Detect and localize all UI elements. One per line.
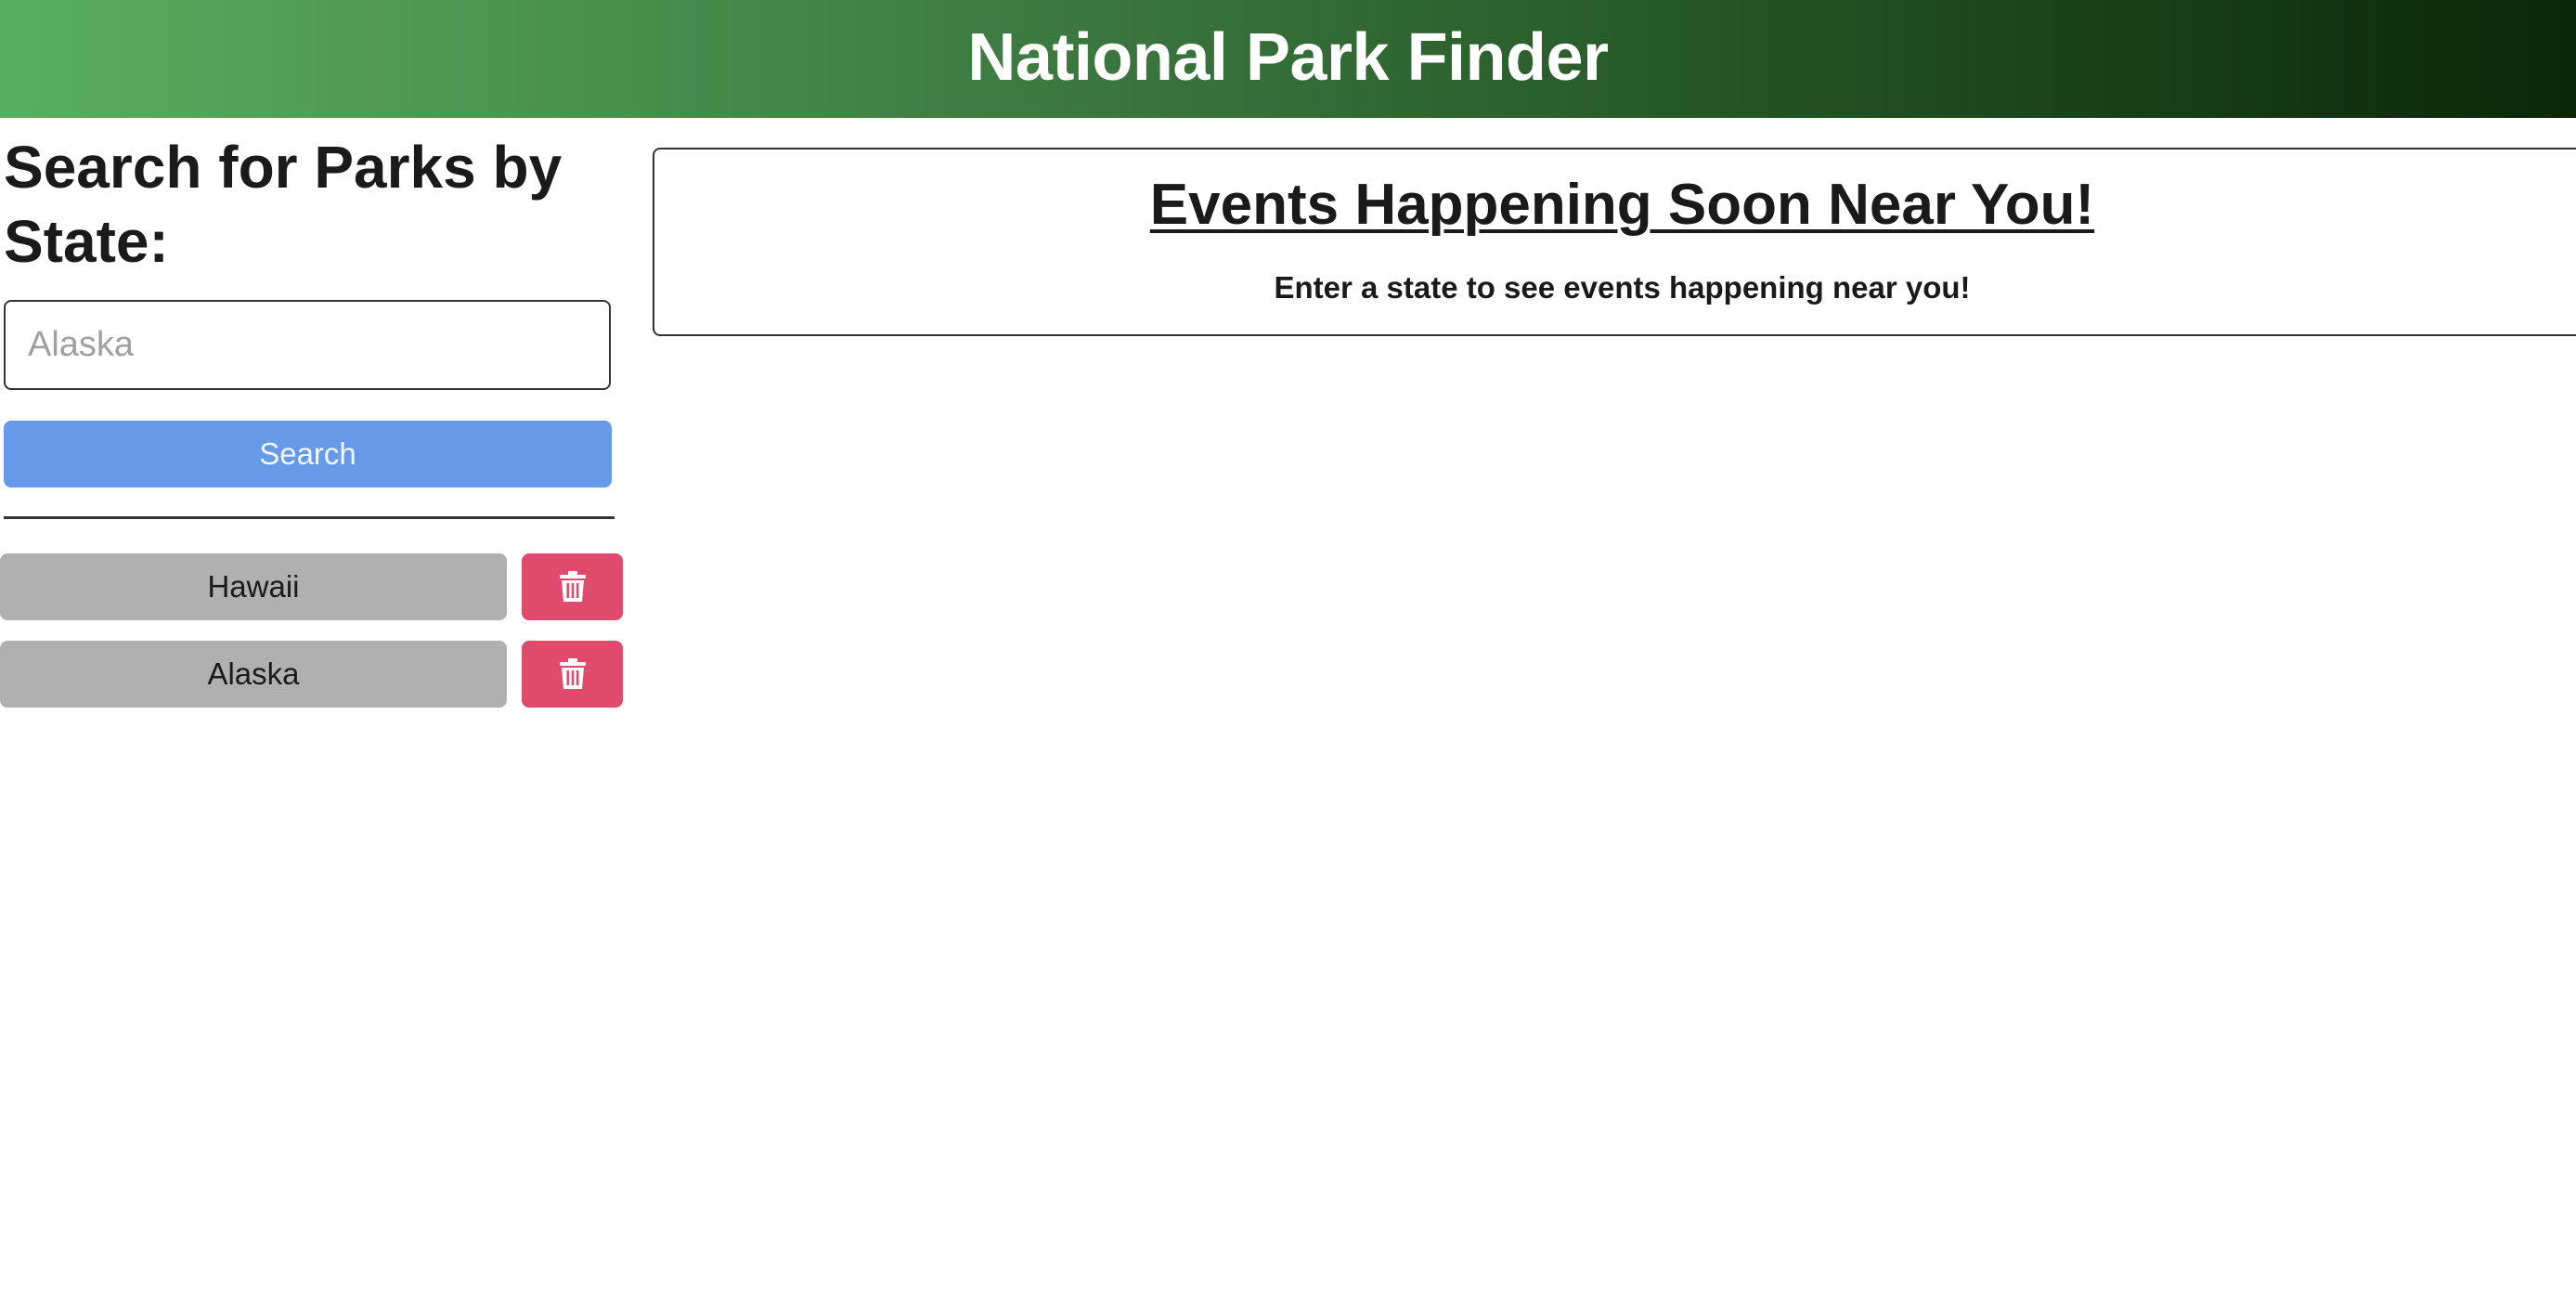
app-header: National Park Finder — [0, 0, 2576, 118]
trash-icon — [559, 571, 587, 603]
history-item-hawaii[interactable]: Hawaii — [0, 553, 507, 620]
divider — [4, 516, 615, 519]
history-item-alaska[interactable]: Alaska — [0, 641, 507, 708]
events-panel: Events Happening Soon Near You! Enter a … — [653, 148, 2576, 336]
delete-hawaii-button[interactable] — [522, 553, 623, 620]
search-heading: Search for Parks by State: — [4, 134, 563, 275]
events-message: Enter a state to see events happening ne… — [1274, 270, 1971, 305]
app-title: National Park Finder — [967, 20, 1609, 95]
events-heading-wrap: Events Happening Soon Near You! — [654, 168, 2576, 242]
state-search-input[interactable] — [4, 300, 611, 390]
trash-icon — [559, 658, 587, 690]
delete-alaska-button[interactable] — [522, 641, 623, 708]
events-heading: Events Happening Soon Near You! — [1149, 173, 2095, 237]
search-button[interactable]: Search — [4, 421, 612, 488]
